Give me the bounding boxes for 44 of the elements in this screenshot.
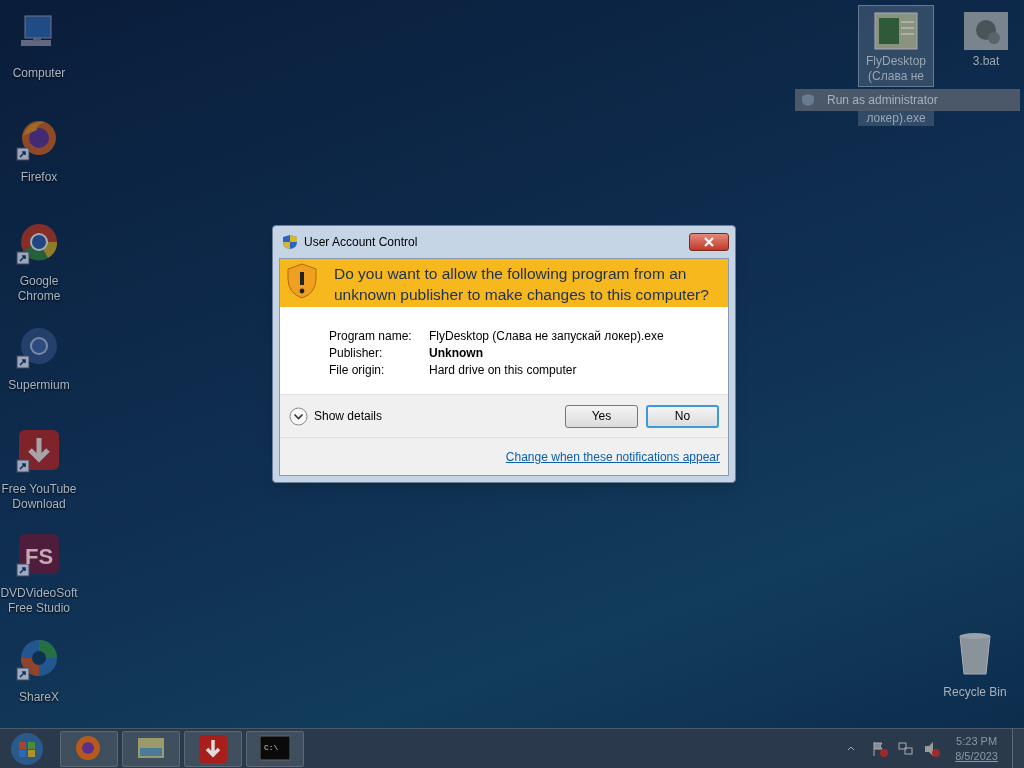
taskbar-button[interactable] [184,730,242,767]
flag-icon[interactable] [871,739,890,758]
show-details-button[interactable]: Show details [289,406,557,426]
desktop-icon-label[interactable]: (Слава не [868,69,924,84]
detail-value: Unknown [429,345,484,361]
desktop-icon-label[interactable]: Google Chrome [0,274,78,304]
desktop-icon-label[interactable]: 3.bat [972,54,1000,69]
shield-icon [801,93,815,107]
desktop-icon-label[interactable]: ShareX [0,690,78,705]
detail-label: File origin: [329,362,386,378]
notification-settings-link[interactable]: Change when these notifications appear [505,447,720,466]
detail-label: Publisher: [329,345,384,361]
shield-icon [282,234,298,250]
desktop-icon-label[interactable]: Recycle Bin [943,683,1007,701]
close-icon [703,237,715,247]
warning-shield-icon [286,263,318,299]
desktop-icon-label[interactable]: Supermium [0,378,78,393]
network-icon[interactable] [897,739,916,758]
desktop-icon-label[interactable]: Computer [0,66,78,81]
clock-time[interactable]: 5:23 PM [956,733,998,749]
window-icon [874,12,918,50]
dialog-button[interactable]: Yes [565,404,638,428]
terminal-prompt: C:\ [264,741,279,754]
clock-date[interactable]: 8/5/2023 [955,748,998,764]
selected-desktop-item[interactable]: FlyDesktop (Слава не [858,5,934,87]
desktop-icon-label[interactable]: FlyDesktop [866,54,926,69]
window-title: User Account Control [304,234,419,251]
trash-bin-icon [957,632,993,676]
dialog-button[interactable]: No [646,404,719,428]
taskbar-button[interactable]: C:\ [246,730,304,767]
desktop-icon-label[interactable]: локер).exe [858,111,934,126]
desktop-icon-label[interactable]: Firefox [0,170,78,185]
desktop-icon-label[interactable]: Free YouTube Download [0,482,78,512]
menu-item[interactable]: Run as administrator [827,91,938,109]
desktop-icon-label[interactable]: DVDVideoSoft Free Studio [0,586,78,616]
taskbar-button[interactable] [122,730,180,767]
icon-letters: FS [25,543,54,571]
detail-value: FlyDesktop (Слава не запускай локер).exe [429,328,665,344]
close-button[interactable] [689,233,729,251]
detail-label: Program name: [329,328,413,344]
detail-value: Hard drive on this computer [429,362,578,378]
chevron-down-icon [289,406,308,426]
dialog-heading: Do you want to allow the following program from an unknown publisher to make changes to this computer? [334,264,710,305]
terminal-icon [260,733,290,764]
